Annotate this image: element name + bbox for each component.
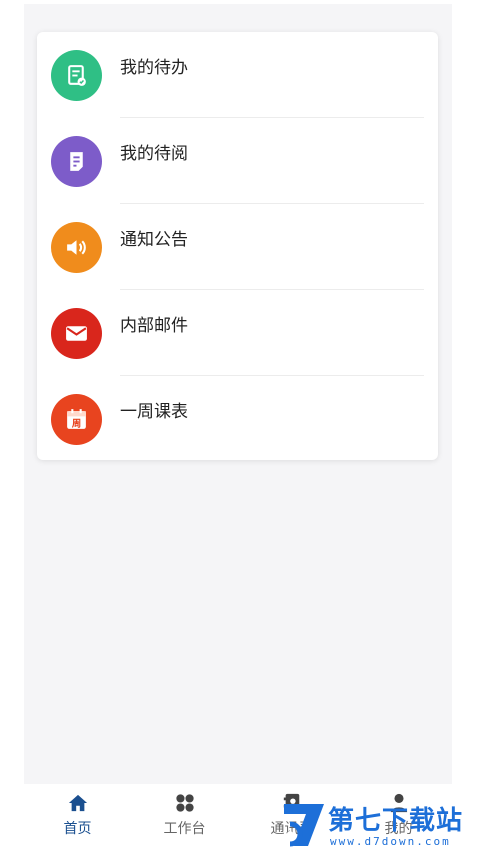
speaker-icon — [51, 222, 102, 273]
menu-card: 我的待办 我的待阅 通知公告 内部邮件 周 一周课表 — [37, 32, 438, 460]
watermark: 第七下载站 www.d7down.com — [282, 800, 474, 850]
calendar-glyph: 周 — [72, 418, 81, 429]
menu-item-to-read[interactable]: 我的待阅 — [37, 118, 438, 204]
tab-label: 工作台 — [163, 821, 206, 837]
menu-item-todo[interactable]: 我的待办 — [37, 32, 438, 118]
to-read-document-icon — [51, 136, 102, 187]
menu-item-label: 我的待办 — [120, 58, 188, 78]
menu-item-label: 内部邮件 — [120, 316, 188, 336]
todo-document-icon — [51, 50, 102, 101]
site-logo-icon — [284, 804, 324, 847]
grid-icon — [176, 794, 194, 812]
menu-item-weekly-schedule[interactable]: 周 一周课表 — [37, 376, 438, 462]
weekly-calendar-icon: 周 — [51, 394, 102, 445]
tab-label: 首页 — [63, 821, 92, 837]
tab-home[interactable]: 首页 — [24, 784, 131, 840]
tab-workbench[interactable]: 工作台 — [131, 784, 238, 840]
watermark-title: 第七下载站 — [328, 806, 464, 836]
mail-icon — [51, 308, 102, 359]
menu-item-internal-mail[interactable]: 内部邮件 — [37, 290, 438, 376]
menu-item-label: 我的待阅 — [120, 144, 188, 164]
home-icon — [68, 794, 88, 812]
menu-item-label: 通知公告 — [120, 230, 188, 250]
menu-item-notice[interactable]: 通知公告 — [37, 204, 438, 290]
menu-item-label: 一周课表 — [120, 402, 188, 422]
watermark-url: www.d7down.com — [330, 835, 451, 848]
